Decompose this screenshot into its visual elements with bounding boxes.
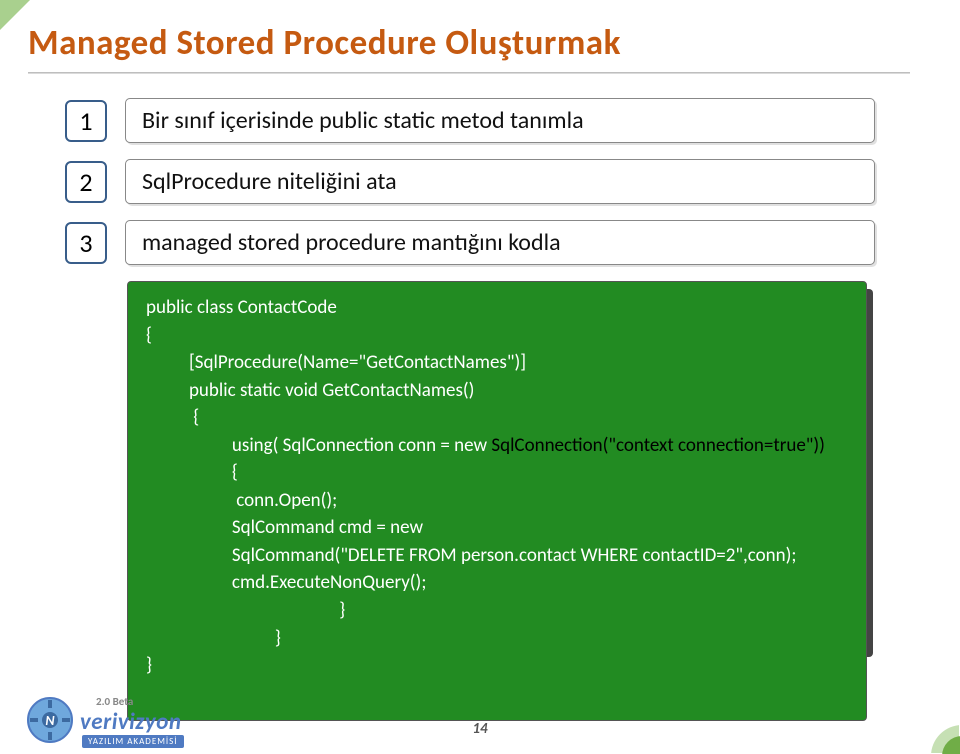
code-line: SqlCommand("DELETE FROM person.contact W… (146, 544, 796, 567)
code-line: { (146, 461, 238, 484)
code-line: { (146, 324, 152, 347)
beta-label: 2.0 Beta (96, 695, 133, 708)
code-line: using( SqlConnection conn = new (146, 434, 491, 457)
code-line: public static void GetContactNames() (146, 379, 474, 402)
step-text-3: managed stored procedure mantığını kodla (125, 220, 875, 265)
code-line: } (146, 627, 281, 650)
code-line: [SqlProcedure(Name="GetContactNames")] (146, 351, 526, 374)
code-block-wrap: public class ContactCode { [SqlProcedure… (127, 281, 875, 721)
code-line: } (146, 654, 152, 677)
step-number-2: 2 (65, 161, 107, 203)
slide-title: Managed Stored Procedure Oluşturmak (28, 22, 621, 64)
code-line: } (146, 599, 345, 622)
step-text-2: SqlProcedure niteliğini ata (125, 159, 875, 204)
code-line: SqlCommand cmd = new (146, 516, 423, 539)
code-line: cmd.ExecuteNonQuery(); (146, 571, 426, 594)
step-text-1: Bir sınıf içerisinde public static metod… (125, 98, 875, 143)
code-line: { (146, 406, 199, 429)
step-number-1: 1 (65, 100, 107, 142)
code-highlight: SqlConnection("context connection=true")… (491, 434, 825, 457)
step-2: 2 SqlProcedure niteliğini ata (65, 159, 875, 204)
content-area: 1 Bir sınıf içerisinde public static met… (65, 98, 875, 721)
gear-logo-icon: N (24, 694, 76, 746)
step-3: 3 managed stored procedure mantığını kod… (65, 220, 875, 265)
code-block: public class ContactCode { [SqlProcedure… (127, 281, 867, 721)
title-underline (28, 72, 910, 74)
brand-name: verivizyon (80, 708, 182, 736)
step-1: 1 Bir sınıf içerisinde public static met… (65, 98, 875, 143)
page-number: 14 (472, 720, 487, 738)
svg-text:N: N (45, 712, 55, 729)
code-line: public class ContactCode (146, 296, 337, 319)
step-number-3: 3 (65, 222, 107, 264)
code-line: conn.Open(); (146, 489, 337, 512)
slide-footer: 2.0 Beta N verivizyon YAZILIM AKADEMİSİ … (0, 684, 960, 754)
brand-tagline: YAZILIM AKADEMİSİ (82, 735, 184, 748)
